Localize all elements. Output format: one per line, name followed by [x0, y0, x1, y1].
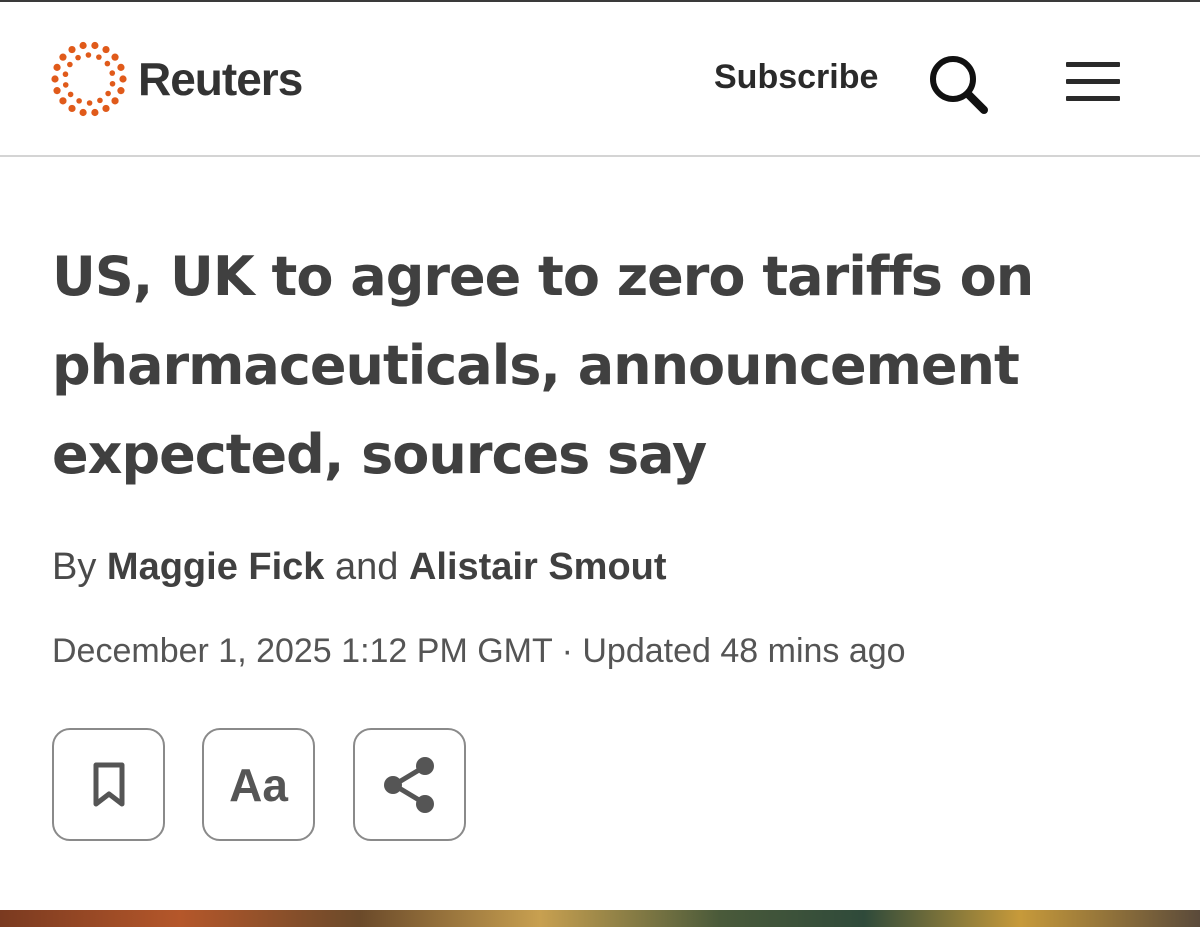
author-link[interactable]: Maggie Fick — [107, 546, 325, 588]
search-icon — [930, 56, 988, 114]
share-button[interactable] — [353, 728, 466, 841]
logo-dot — [111, 53, 119, 61]
menu-button[interactable] — [1064, 60, 1124, 104]
menu-line — [1066, 62, 1120, 67]
search-button[interactable] — [926, 52, 990, 116]
logo-dot — [68, 104, 76, 113]
article-headline: US, UK to agree to zero tariffs on pharm… — [52, 245, 1034, 486]
site-header: Reuters Subscribe — [0, 2, 1200, 157]
logo-dot — [62, 71, 69, 78]
logo-dot — [102, 104, 110, 113]
hero-image — [0, 910, 1200, 927]
logo-dot — [109, 70, 116, 76]
logo-dot — [68, 45, 76, 54]
logo-dot — [111, 97, 119, 105]
logo-dot — [86, 100, 93, 106]
logo-dot — [59, 97, 67, 105]
logo-dot — [53, 87, 61, 95]
logo-dot — [91, 108, 99, 117]
logo-dot — [97, 97, 103, 104]
logo-dot — [75, 54, 81, 61]
logo-dot — [102, 45, 110, 54]
logo-dot — [51, 75, 59, 83]
reuters-logo[interactable]: Reuters — [50, 40, 303, 118]
share-icon — [383, 756, 434, 813]
logo-dot — [79, 41, 87, 50]
logo-dot — [117, 63, 125, 71]
logo-dot — [104, 60, 111, 67]
subscribe-button[interactable]: Subscribe — [714, 58, 878, 97]
byline-conjunction: and — [334, 546, 399, 588]
menu-line — [1066, 96, 1120, 101]
bookmark-button[interactable] — [52, 728, 165, 841]
logo-dot — [119, 75, 127, 83]
text-size-label: Aa — [229, 758, 288, 811]
logo-dot — [117, 87, 125, 95]
author-link[interactable]: Alistair Smout — [409, 546, 667, 588]
logo-dot — [96, 54, 102, 60]
logo-dot — [79, 108, 87, 117]
logo-dot — [109, 80, 116, 87]
logo-dot — [67, 91, 74, 98]
logo-dot — [67, 61, 73, 68]
brand-name: Reuters — [138, 53, 303, 105]
byline: By Maggie Fick and Alistair Smout — [52, 546, 667, 589]
logo-dot — [59, 53, 67, 61]
text-size-button[interactable]: Aa — [202, 728, 315, 841]
logo-dot — [76, 98, 82, 104]
byline-prefix: By — [52, 546, 97, 588]
bookmark-icon — [93, 762, 124, 806]
logo-dot — [53, 63, 61, 71]
publish-dateline: December 1, 2025 1:12 PM GMT · Updated 4… — [52, 632, 906, 670]
logo-dot — [62, 82, 69, 88]
logo-dot — [91, 41, 99, 50]
menu-line — [1066, 79, 1120, 84]
logo-dot — [85, 52, 92, 58]
logo-dot — [105, 90, 111, 97]
reuters-logo-icon — [51, 41, 127, 117]
